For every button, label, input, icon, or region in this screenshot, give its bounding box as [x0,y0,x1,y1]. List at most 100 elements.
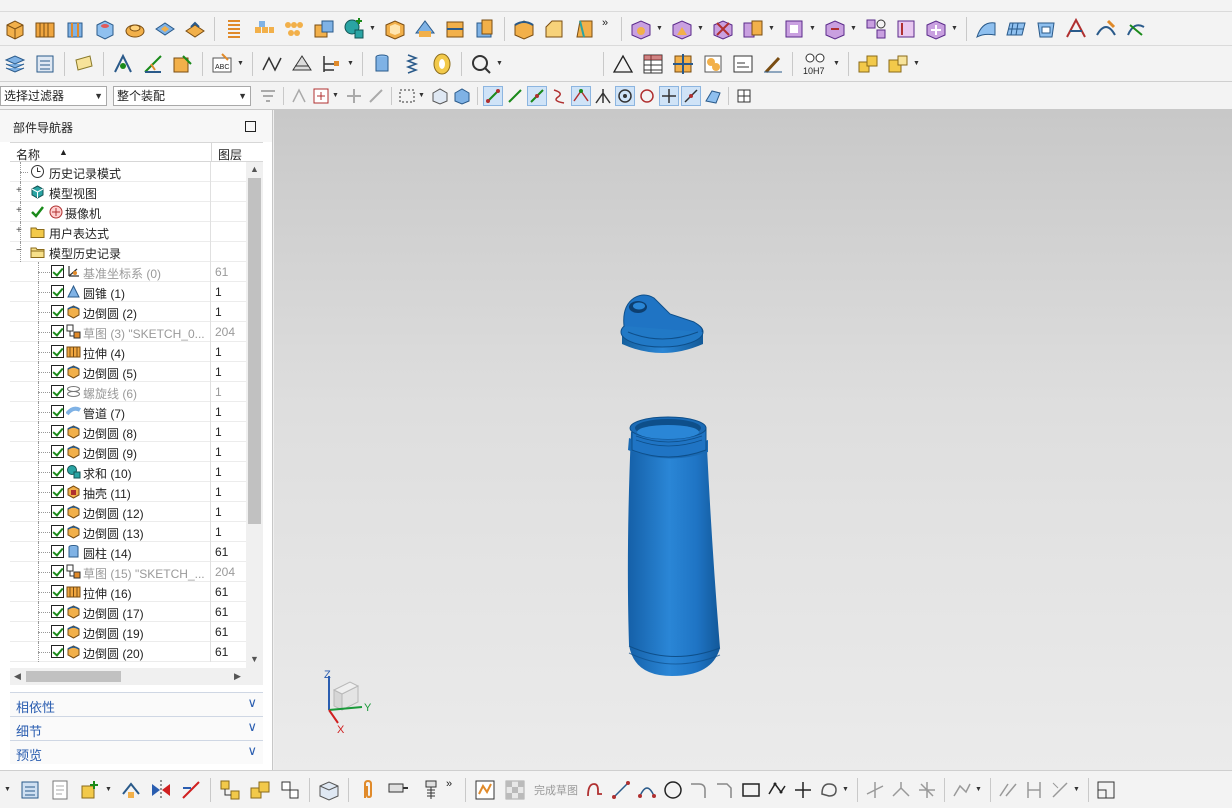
feature-row[interactable]: 边倒圆 (9) 1 [10,442,246,462]
measure-body-icon[interactable] [171,52,195,76]
select-solid-icon[interactable] [453,87,471,105]
expand-icon[interactable]: + [16,226,25,236]
graphics-viewport[interactable]: Z Y X [274,110,1232,770]
snap-intersection-icon[interactable] [594,87,612,105]
chamfer-sketch-icon[interactable] [715,780,735,800]
surface-through-curves-icon[interactable] [974,17,998,41]
measure-angle-icon[interactable] [141,52,165,76]
component-pattern-icon[interactable] [782,17,806,41]
paperclip-icon[interactable] [356,778,380,802]
visibility-checkbox[interactable] [51,605,64,618]
scroll-right-icon[interactable]: ▶ [234,671,241,682]
tree-node[interactable]: − 模型历史记录 [10,242,246,262]
thread-icon[interactable] [222,17,246,41]
section-view-icon[interactable] [260,52,284,76]
arc-icon[interactable] [637,780,657,800]
sketch-plane-icon[interactable] [317,778,341,802]
dropdown-arrow-icon[interactable]: ▼ [332,92,340,99]
bearing-icon[interactable] [430,52,454,76]
surface-more-icon[interactable] [1124,17,1148,41]
feature-row[interactable]: 边倒圆 (17) 61 [10,602,246,622]
document-icon[interactable] [48,778,72,802]
visibility-checkbox[interactable] [51,305,64,318]
more-chevron-icon[interactable]: » [602,17,614,41]
feature-row[interactable]: 边倒圆 (19) 61 [10,622,246,642]
add-component-icon[interactable] [78,778,102,802]
feature-row[interactable]: 边倒圆 (2) 1 [10,302,246,322]
feature-row[interactable]: 边倒圆 (20) 61 [10,642,246,662]
mirror-assembly-icon[interactable] [741,17,765,41]
dropdown-arrow-icon[interactable]: ▼ [850,25,858,32]
visibility-checkbox[interactable] [51,345,64,358]
feature-row[interactable]: 基准坐标系 (0) 61 [10,262,246,282]
studio-surface-icon[interactable] [1064,17,1088,41]
snap-existing-point-icon[interactable] [659,85,679,106]
extend-icon[interactable] [891,780,911,800]
visibility-checkbox[interactable] [51,285,64,298]
cylinder-icon[interactable] [370,52,394,76]
assembly-cut-icon[interactable] [924,17,948,41]
clipping-plane-icon[interactable] [290,52,314,76]
pocket-icon[interactable] [153,17,177,41]
weld-icon[interactable] [856,52,880,76]
panel-preview[interactable]: 预览 ∨ [10,740,263,764]
part-list-icon[interactable] [18,778,42,802]
feature-row[interactable]: 抽壳 (11) 1 [10,482,246,502]
model-canvas[interactable]: Z Y X [274,110,1232,770]
snap-line-icon[interactable] [506,87,524,105]
link-icon[interactable] [278,778,302,802]
trim-icon[interactable] [865,780,885,800]
move-to-layer-icon[interactable] [33,52,57,76]
select-box-icon[interactable] [312,87,330,105]
visibility-checkbox[interactable] [51,585,64,598]
interference-check-icon[interactable] [823,17,847,41]
snap-quadrant-icon[interactable] [638,87,656,105]
dropdown-arrow-icon[interactable]: ▼ [768,25,776,32]
scroll-down-icon[interactable]: ▼ [250,654,259,664]
expand-icon[interactable]: + [16,206,25,216]
maximize-icon[interactable] [245,121,256,132]
feature-row[interactable]: 圆柱 (14) 61 [10,542,246,562]
dropdown-arrow-icon[interactable]: ▼ [105,786,113,793]
revolve-icon[interactable] [63,17,87,41]
visibility-checkbox[interactable] [51,545,64,558]
visibility-checkbox[interactable] [51,265,64,278]
auto-constraint-icon[interactable] [1050,780,1070,800]
mirror-curve-icon[interactable] [179,778,203,802]
dropdown-arrow-icon[interactable]: ▼ [809,25,817,32]
visibility-checkbox[interactable] [51,405,64,418]
scope-dropdown[interactable]: 整个装配 ▼ [113,85,251,106]
drill-icon[interactable] [386,778,410,802]
snap-endpoint-icon[interactable] [483,85,503,106]
snap-icon[interactable] [345,87,363,105]
dropdown-arrow-icon[interactable]: ▼ [418,92,426,99]
unite-icon[interactable] [342,17,366,41]
feature-row[interactable]: 螺旋线 (6) 1 [10,382,246,402]
horizontal-scrollbar[interactable]: ◀ ▶ [10,668,263,685]
rectangle-select-icon[interactable] [398,87,416,105]
dropdown-arrow-icon[interactable]: ▼ [4,786,12,793]
pattern-icon[interactable] [252,17,276,41]
move-icon[interactable] [119,778,143,802]
boss-icon[interactable] [123,17,147,41]
visibility-checkbox[interactable] [51,645,64,658]
feature-row[interactable]: 边倒圆 (13) 1 [10,522,246,542]
more-chevron-icon[interactable]: » [446,778,458,802]
snap-control-point-icon[interactable] [571,85,591,106]
scroll-left-icon[interactable]: ◀ [14,671,21,682]
feature-row[interactable]: 边倒圆 (5) 1 [10,362,246,382]
dimension-icon[interactable] [1024,780,1044,800]
pad-icon[interactable] [183,17,207,41]
offset-face-icon[interactable] [473,17,497,41]
tree-node[interactable]: + 摄像机 [10,202,246,222]
feature-row[interactable]: 拉伸 (16) 61 [10,582,246,602]
feature-row[interactable]: 拉伸 (4) 1 [10,342,246,362]
bottle-body[interactable] [627,416,721,676]
feature-row[interactable]: 草图 (15) "SKETCH_... 204 [10,562,246,582]
snap-midpoint-icon[interactable] [527,85,547,106]
visibility-checkbox[interactable] [51,565,64,578]
surface-edit-icon[interactable] [1094,17,1118,41]
chamfer-icon[interactable] [542,17,566,41]
part-family-icon[interactable] [886,52,910,76]
visibility-checkbox[interactable] [51,465,64,478]
